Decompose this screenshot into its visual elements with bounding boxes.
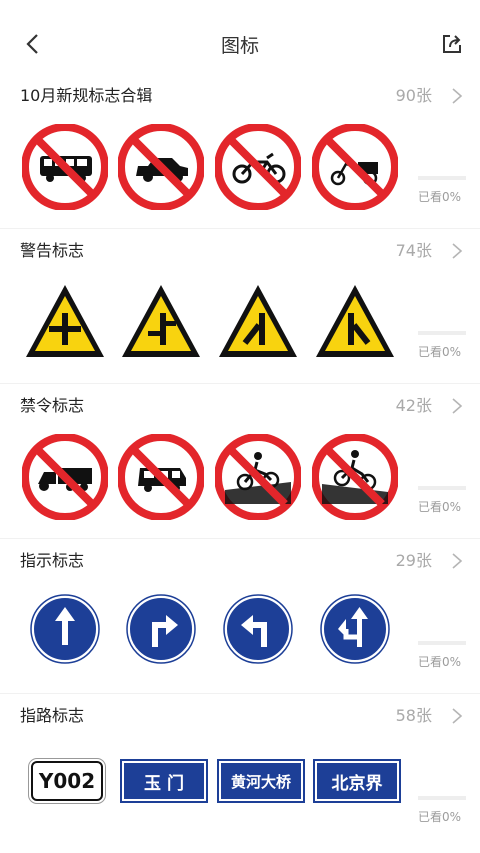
section-prohibition-signs[interactable]: 禁令标志 42张 已看0% [0,384,480,539]
chevron-right-icon [452,398,463,414]
progress-label: 已看0% [418,345,462,359]
road-number-sign[interactable]: Y002 [31,761,103,801]
section-header[interactable]: 禁令标志 42张 [20,392,470,420]
merge-left-warning-sign[interactable] [215,279,301,365]
straight-ahead-sign[interactable] [22,589,108,675]
no-bus-sign[interactable] [22,124,108,210]
section-header[interactable]: 警告标志 74张 [20,237,470,265]
sign-thumbnails [22,279,412,367]
place-name-sign[interactable]: 玉 门 [120,759,208,803]
boundary-sign[interactable]: 北京界 [313,759,401,803]
crossroad-warning-sign[interactable] [22,279,108,365]
progress-label: 已看0% [418,810,462,824]
section-guide-signs[interactable]: 指路标志 58张 Y002 玉 门 黄河大桥 北京界 已看0% [0,694,480,849]
progress-bar [418,486,466,490]
progress-label: 已看0% [418,190,462,204]
section-header[interactable]: 10月新规标志合辑 90张 [20,82,470,110]
sign-thumbnails [22,589,412,677]
turn-right-sign[interactable] [118,589,204,675]
staggered-junction-warning-sign[interactable] [118,279,204,365]
share-icon[interactable] [438,30,466,58]
top-bar: 图标 [0,22,480,66]
page-title: 图标 [220,35,259,57]
section-header[interactable]: 指示标志 29张 [20,547,470,575]
section-count: 74张 [395,241,432,260]
turn-left-sign[interactable] [215,589,301,675]
sign-thumbnails [22,434,412,522]
section-title: 指路标志 [20,706,85,725]
progress-bar [418,331,466,335]
straight-or-left-sign[interactable] [312,589,398,675]
section-title: 禁令标志 [20,396,85,415]
no-tricycle-sign[interactable] [312,124,398,210]
progress-label: 已看0% [418,655,462,669]
no-motorcycle-sign[interactable] [215,124,301,210]
section-new-rules[interactable]: 10月新规标志合辑 90张 已看0% [0,74,480,229]
section-title: 10月新规标志合辑 [20,86,153,105]
section-count: 90张 [395,86,432,105]
section-title: 警告标志 [20,241,85,260]
bridge-name-sign[interactable]: 黄河大桥 [217,759,305,803]
section-count: 42张 [395,396,432,415]
no-cycling-up-slope-sign[interactable] [312,434,398,520]
section-count: 29张 [395,551,432,570]
chevron-right-icon [452,553,463,569]
section-count: 58张 [395,706,432,725]
no-tractor-sign[interactable] [22,434,108,520]
sign-thumbnails [22,124,412,212]
sign-thumbnails: Y002 玉 门 黄河大桥 北京界 [22,744,412,832]
progress-bar [418,796,466,800]
no-cycling-down-slope-sign[interactable] [215,434,301,520]
progress-bar [418,176,466,180]
progress-bar [418,641,466,645]
merge-right-warning-sign[interactable] [312,279,398,365]
no-minibus-sign[interactable] [118,434,204,520]
section-header[interactable]: 指路标志 58张 [20,702,470,730]
section-indication-signs[interactable]: 指示标志 29张 已看0% [0,539,480,694]
section-warning-signs[interactable]: 警告标志 74张 已看0% [0,229,480,384]
section-title: 指示标志 [20,551,85,570]
chevron-right-icon [452,88,463,104]
chevron-right-icon [452,708,463,724]
no-car-sign[interactable] [118,124,204,210]
progress-label: 已看0% [418,500,462,514]
chevron-right-icon [452,243,463,259]
